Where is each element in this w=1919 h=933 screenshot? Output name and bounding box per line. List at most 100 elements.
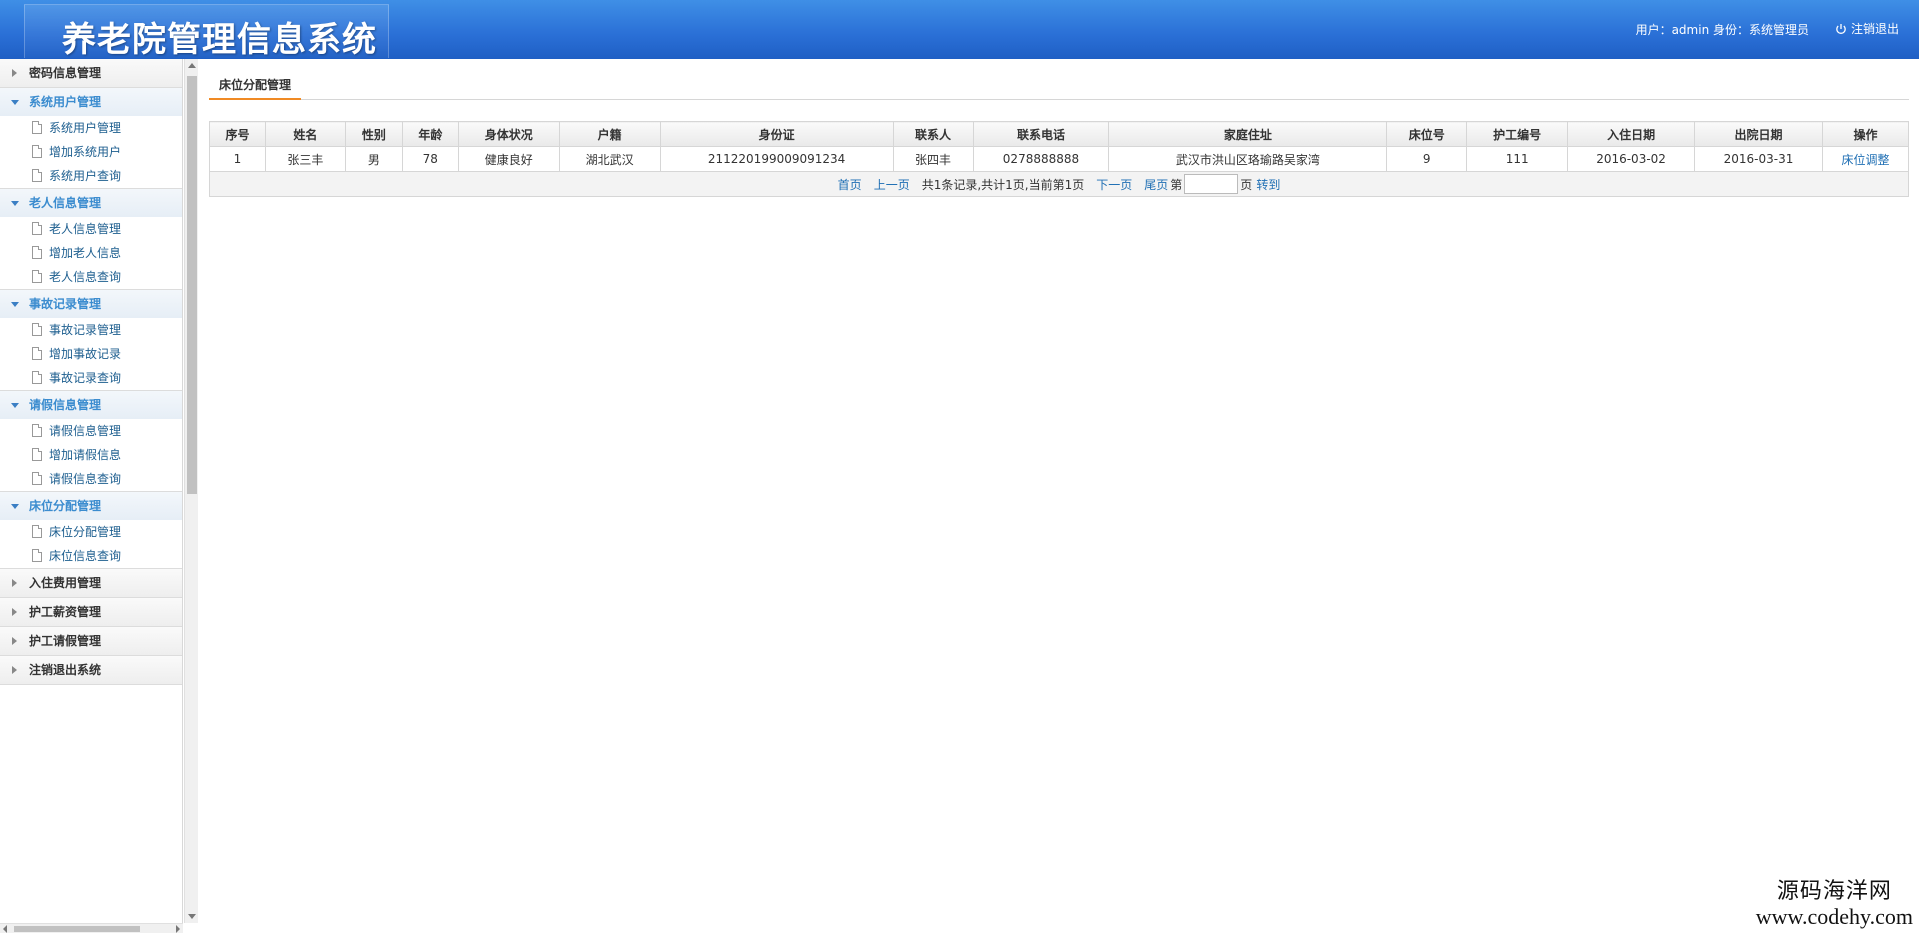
- column-header[interactable]: 户籍: [558, 121, 661, 147]
- document-icon: [32, 121, 42, 134]
- tab-bed-allocation[interactable]: 床位分配管理: [209, 72, 302, 100]
- app-header: 养老院管理信息系统 用户：admin 身份：系统管理员 注销退出: [0, 0, 1919, 60]
- table-cell: 张四丰: [892, 146, 974, 172]
- table-cell: 111: [1466, 146, 1569, 172]
- table-cell: 0278888888: [972, 146, 1110, 172]
- adjust-bed-link[interactable]: 床位调整: [1821, 146, 1910, 172]
- column-header[interactable]: 联系电话: [972, 121, 1110, 147]
- column-header[interactable]: 联系人: [892, 121, 974, 147]
- column-header[interactable]: 姓名: [264, 121, 346, 147]
- sidebar-item[interactable]: 事故记录查询: [0, 366, 182, 390]
- sidebar-group-header[interactable]: 事故记录管理: [0, 290, 182, 318]
- pager-last-link[interactable]: 尾页: [1144, 176, 1168, 193]
- caret-right-icon: [12, 579, 17, 587]
- sidebar-item[interactable]: 老人信息管理: [0, 217, 182, 241]
- sidebar-item[interactable]: 床位信息查询: [0, 544, 182, 568]
- sidebar-item-label: 增加请假信息: [49, 448, 122, 462]
- sidebar-group-header[interactable]: 老人信息管理: [0, 189, 182, 217]
- sidebar-item[interactable]: 老人信息查询: [0, 265, 182, 289]
- column-header[interactable]: 床位号: [1386, 121, 1468, 147]
- table-cell: 211220199009091234: [659, 146, 894, 172]
- sidebar-item-label: 床位信息查询: [49, 549, 122, 563]
- sidebar-group-header[interactable]: 请假信息管理: [0, 391, 182, 419]
- sidebar-group-header[interactable]: 床位分配管理: [0, 492, 182, 520]
- sidebar-item[interactable]: 请假信息管理: [0, 419, 182, 443]
- caret-down-icon: [11, 201, 19, 206]
- caret-right-icon: [12, 608, 17, 616]
- sidebar-group: 护工请假管理: [0, 627, 182, 656]
- page-number-input[interactable]: [1184, 174, 1239, 194]
- sidebar-item[interactable]: 增加事故记录: [0, 342, 182, 366]
- sidebar-item-label: 床位分配管理: [49, 525, 122, 539]
- sidebar-item[interactable]: 增加老人信息: [0, 241, 182, 265]
- sidebar-item[interactable]: 请假信息查询: [0, 467, 182, 491]
- document-icon: [32, 246, 42, 259]
- sidebar-item[interactable]: 系统用户管理: [0, 116, 182, 140]
- column-header[interactable]: 操作: [1821, 121, 1910, 147]
- scroll-up-icon[interactable]: [188, 63, 196, 68]
- caret-right-icon: [12, 666, 17, 674]
- sidebar-group: 事故记录管理 事故记录管理增加事故记录 事故记录查询: [0, 290, 182, 391]
- sidebar-group-label: 密码信息管理: [29, 66, 102, 80]
- document-icon: [32, 222, 42, 235]
- document-icon: [32, 169, 42, 182]
- sidebar-item-label: 增加系统用户: [49, 145, 122, 159]
- table-cell: 9: [1386, 146, 1468, 172]
- scroll-down-icon[interactable]: [188, 914, 196, 919]
- sidebar-item[interactable]: 增加请假信息: [0, 443, 182, 467]
- table-cell: 1: [209, 146, 266, 172]
- page-suffix-label: 页: [1240, 177, 1253, 192]
- column-header[interactable]: 身体状况: [457, 121, 560, 147]
- sidebar-group-label: 床位分配管理: [29, 499, 102, 513]
- sidebar-item[interactable]: 系统用户查询: [0, 164, 182, 188]
- watermark-cn: 源码海洋网: [1776, 879, 1892, 904]
- column-header[interactable]: 出院日期: [1694, 121, 1823, 147]
- sidebar-item-label: 事故记录查询: [49, 371, 122, 385]
- pager-prev-link[interactable]: 上一页: [874, 176, 910, 193]
- table-cell: 2016-03-02: [1567, 146, 1696, 172]
- sidebar-item-label: 增加事故记录: [49, 347, 122, 361]
- pager-first-link[interactable]: 首页: [838, 176, 862, 193]
- sidebar-group-header[interactable]: 护工薪资管理: [0, 598, 182, 626]
- table-cell: 78: [401, 146, 459, 172]
- scroll-left-icon[interactable]: [3, 925, 7, 933]
- table-cell: 张三丰: [264, 146, 346, 172]
- column-header[interactable]: 护工编号: [1466, 121, 1569, 147]
- logout-button[interactable]: 注销退出: [1835, 20, 1899, 37]
- sidebar-group-header[interactable]: 护工请假管理: [0, 627, 182, 655]
- scroll-thumb[interactable]: [187, 76, 197, 494]
- column-header[interactable]: 入住日期: [1567, 121, 1696, 147]
- sidebar-item-label: 请假信息查询: [49, 472, 122, 486]
- document-icon: [32, 525, 42, 538]
- sidebar-group-header[interactable]: 密码信息管理: [0, 59, 182, 87]
- sidebar-item-label: 系统用户管理: [49, 121, 122, 135]
- table-cell: 健康良好: [457, 146, 560, 172]
- column-header[interactable]: 序号: [209, 121, 266, 147]
- app-title: 养老院管理信息系统: [62, 20, 377, 60]
- pager-row: 首页 上一页 共1条记录,共计1页,当前第1页 下一页 尾页 第 页 转到: [209, 171, 1909, 197]
- sidebar-item[interactable]: 床位分配管理: [0, 520, 182, 544]
- sidebar-group-header[interactable]: 注销退出系统: [0, 656, 182, 684]
- sidebar-group-header[interactable]: 系统用户管理: [0, 88, 182, 116]
- sidebar-menu: 密码信息管理 系统用户管理 系统用户管理 增加系统用户 系统用户查询 老人信息管理 老人信息…: [0, 59, 182, 685]
- pager: 首页 上一页 共1条记录,共计1页,当前第1页 下一页 尾页 第 页 转到: [210, 174, 1908, 194]
- pager-next-link[interactable]: 下一页: [1096, 176, 1132, 193]
- tab-bar: 床位分配管理: [209, 72, 1909, 100]
- power-icon: [1836, 23, 1846, 34]
- sidebar-vertical-scrollbar[interactable]: [184, 59, 198, 923]
- scroll-right-icon[interactable]: [176, 925, 180, 933]
- sidebar-item[interactable]: 增加系统用户: [0, 140, 182, 164]
- watermark-url: www.codehy.com: [1755, 904, 1913, 929]
- pager-goto-link[interactable]: 转到: [1256, 176, 1280, 193]
- sidebar-item[interactable]: 事故记录管理: [0, 318, 182, 342]
- column-header[interactable]: 年龄: [401, 121, 459, 147]
- column-header[interactable]: 性别: [344, 121, 403, 147]
- hscroll-thumb[interactable]: [14, 926, 140, 932]
- sidebar-horizontal-scrollbar[interactable]: [0, 923, 183, 933]
- column-header[interactable]: 家庭住址: [1108, 121, 1388, 147]
- document-icon: [32, 323, 42, 336]
- document-icon: [32, 371, 42, 384]
- sidebar-group-header[interactable]: 入住费用管理: [0, 569, 182, 597]
- sidebar-group: 系统用户管理 系统用户管理 增加系统用户 系统用户查询: [0, 88, 182, 189]
- column-header[interactable]: 身份证: [659, 121, 894, 147]
